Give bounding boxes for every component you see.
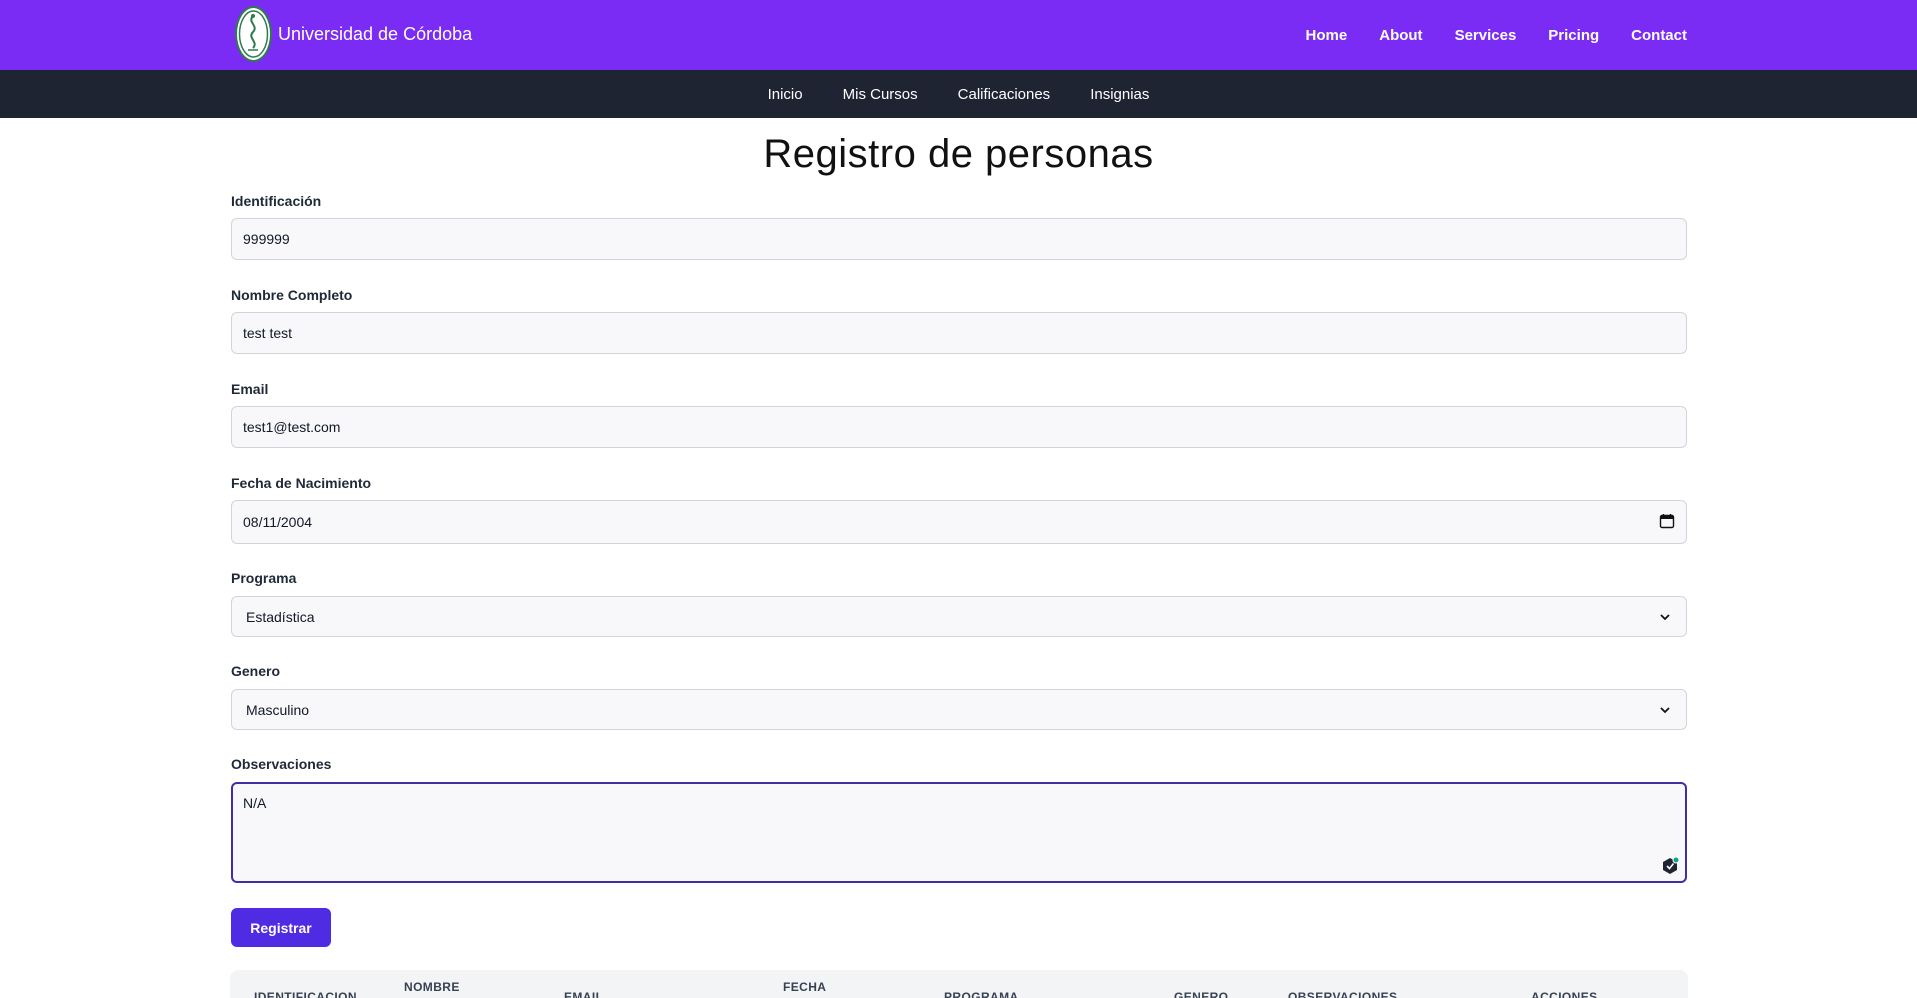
nav-home-link[interactable]: Home — [1306, 27, 1348, 44]
brand-name[interactable]: Universidad de Córdoba — [278, 22, 472, 46]
fecha-date-input[interactable]: 08/11/2004 — [231, 500, 1687, 544]
column-header-fecha: FECHA — [783, 980, 827, 994]
column-header-email: EMAIL — [564, 990, 604, 998]
fecha-value: 08/11/2004 — [243, 514, 313, 530]
column-header-acciones: ACCIONES — [1531, 990, 1598, 998]
programa-label: Programa — [231, 570, 297, 586]
identificacion-label: Identificación — [231, 193, 322, 209]
genero-select[interactable]: Masculino — [231, 689, 1687, 730]
subnav-insignias-link[interactable]: Insignias — [1090, 86, 1149, 103]
calendar-icon[interactable] — [1659, 513, 1675, 532]
registros-table-header: IDENTIFICACION NOMBRE EMAIL FECHA PROGRA… — [230, 970, 1688, 998]
genero-selected-value: Masculino — [246, 701, 310, 718]
nombre-input[interactable]: test test — [231, 312, 1687, 354]
nav-about-link[interactable]: About — [1379, 27, 1422, 44]
page-title: Registro de personas — [763, 132, 1154, 176]
nombre-value: test test — [243, 325, 293, 341]
secondary-nav: Inicio Mis Cursos Calificaciones Insigni… — [0, 70, 1917, 118]
column-header-nombre: NOMBRE — [404, 980, 460, 994]
nombre-label: Nombre Completo — [231, 287, 353, 303]
nav-services-link[interactable]: Services — [1455, 27, 1517, 44]
genero-label: Genero — [231, 663, 281, 679]
main-nav: Home About Services Pricing Contact — [1306, 0, 1687, 70]
email-value: test1@test.com — [243, 419, 341, 435]
subnav-calificaciones-link[interactable]: Calificaciones — [958, 86, 1051, 103]
column-header-programa: PROGRAMA — [944, 990, 1019, 998]
identificacion-value: 999999 — [243, 231, 290, 247]
observaciones-value: N/A — [243, 795, 267, 811]
email-label: Email — [231, 381, 269, 397]
observaciones-textarea[interactable]: N/A — [231, 782, 1687, 883]
chevron-down-icon — [1658, 610, 1672, 624]
subnav-mis-cursos-link[interactable]: Mis Cursos — [843, 86, 918, 103]
university-logo[interactable] — [235, 6, 272, 62]
grammar-assistant-icon[interactable] — [1661, 856, 1680, 875]
column-header-observaciones: OBSERVACIONES — [1288, 990, 1398, 998]
nav-pricing-link[interactable]: Pricing — [1548, 27, 1599, 44]
top-navbar: Universidad de Córdoba Home About Servic… — [0, 0, 1917, 70]
subnav-inicio-link[interactable]: Inicio — [768, 86, 803, 103]
programa-selected-value: Estadística — [246, 608, 315, 625]
programa-select[interactable]: Estadística — [231, 596, 1687, 637]
column-header-genero: GENERO — [1174, 990, 1229, 998]
fecha-label: Fecha de Nacimiento — [231, 475, 372, 491]
identificacion-input[interactable]: 999999 — [231, 218, 1687, 260]
column-header-identificacion: IDENTIFICACION — [254, 990, 357, 998]
email-input[interactable]: test1@test.com — [231, 406, 1687, 448]
chevron-down-icon — [1658, 703, 1672, 717]
registrar-button[interactable]: Registrar — [231, 908, 331, 947]
nav-contact-link[interactable]: Contact — [1631, 27, 1687, 44]
observaciones-label: Observaciones — [231, 756, 332, 772]
